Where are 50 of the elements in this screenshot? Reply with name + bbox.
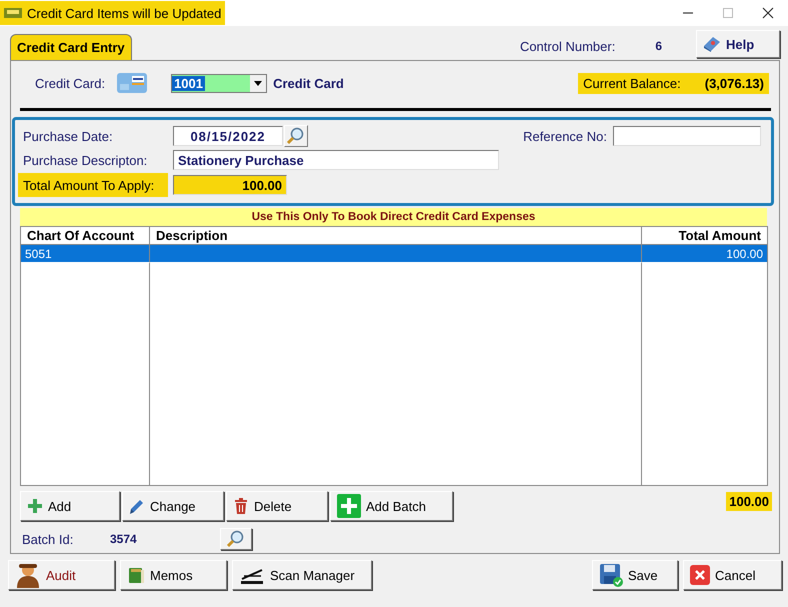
control-number-value: 6	[655, 38, 662, 54]
total-amount-field[interactable]: 100.00	[173, 175, 287, 195]
search-button[interactable]	[284, 125, 308, 147]
person-icon	[15, 562, 41, 588]
help-book-icon	[703, 36, 721, 52]
reference-no-label: Reference No:	[523, 128, 607, 144]
add-button[interactable]: Add	[20, 491, 120, 521]
search-button[interactable]	[220, 528, 252, 550]
credit-card-dropdown[interactable]: 1001	[171, 74, 268, 92]
help-button[interactable]: Help	[696, 30, 780, 58]
info-banner: Use This Only To Book Direct Credit Card Expenses	[20, 208, 767, 226]
close-icon	[762, 7, 774, 19]
cancel-button[interactable]: Cancel	[683, 560, 782, 590]
window-title: Credit Card Items will be Updated	[27, 6, 222, 20]
batch-button[interactable]: Add Batch	[330, 491, 453, 521]
scan-button[interactable]: Scan Manager	[232, 560, 372, 590]
delete-button[interactable]: Delete	[226, 491, 328, 521]
search-icon	[287, 127, 305, 145]
column-header[interactable]: Chart Of Account	[21, 227, 150, 245]
credit-card-icon	[117, 72, 148, 94]
table-cell: 5051	[21, 245, 150, 263]
table-cell: 100.00	[642, 245, 767, 263]
reference-no-field[interactable]	[613, 126, 761, 146]
audit-button[interactable]: Audit	[8, 560, 115, 590]
credit-card-label: Credit Card:	[35, 76, 106, 90]
plus-icon	[337, 494, 361, 518]
purchase-date-label: Purchase Date:	[23, 128, 114, 144]
book-icon	[127, 566, 145, 584]
purchase-date-field[interactable]: 08/15/2022	[173, 126, 283, 146]
plus-icon	[27, 498, 43, 514]
control-number-label: Control Number:	[520, 38, 616, 54]
purchase-description-label: Purchase Descripton:	[23, 152, 148, 168]
tab[interactable]: Credit Card Entry	[10, 34, 132, 60]
save-button[interactable]: Save	[592, 560, 678, 590]
purchase-description-field[interactable]: Stationery Purchase	[173, 150, 499, 170]
memos-button[interactable]: Memos	[120, 560, 227, 590]
total-amount-label: Total Amount To Apply:	[18, 173, 168, 197]
column-header[interactable]: Description	[150, 227, 642, 245]
current-balance: Current Balance: (3,076.13)	[578, 72, 769, 94]
table-total: 100.00	[726, 492, 772, 511]
batch-id-value: 3574	[110, 532, 138, 546]
close-icon	[690, 565, 710, 585]
credit-card-name: Credit Card	[273, 76, 344, 90]
pencil-icon	[129, 498, 145, 514]
trash-icon	[233, 498, 249, 514]
batch-id-label: Batch Id:	[22, 532, 74, 546]
maximize-icon	[722, 7, 734, 19]
search-icon	[227, 530, 245, 548]
credit-card-icon	[4, 7, 22, 19]
change-button[interactable]: Change	[122, 491, 224, 521]
